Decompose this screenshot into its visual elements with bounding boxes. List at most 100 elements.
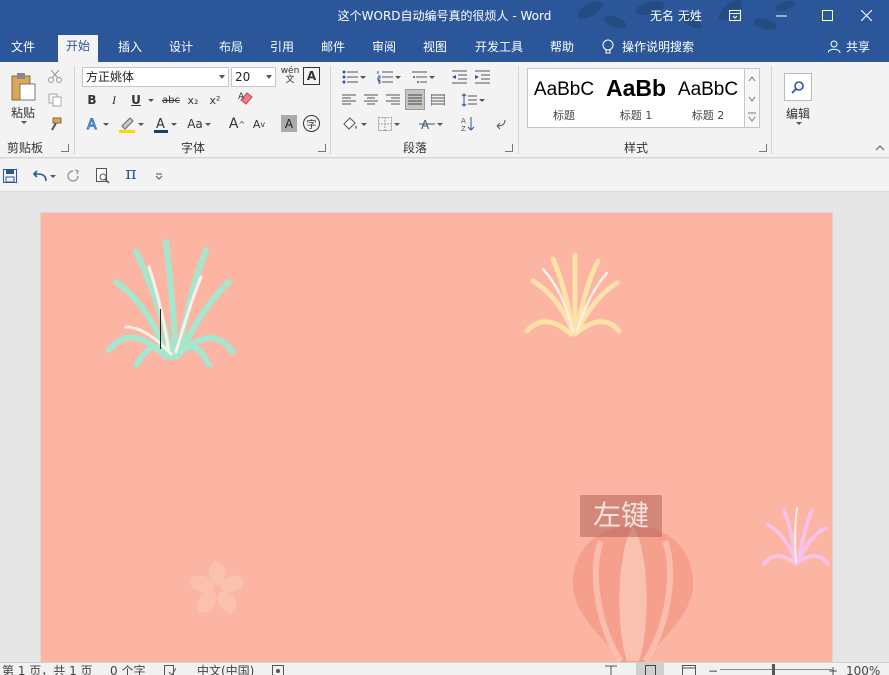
styles-scrollbar[interactable] (744, 68, 760, 128)
align-center-button[interactable] (361, 90, 381, 110)
highlight-button[interactable] (116, 114, 146, 134)
print-preview-button[interactable] (94, 166, 112, 186)
bold-button[interactable]: B (84, 90, 100, 110)
tab-references[interactable]: 引用 (262, 36, 302, 62)
firework-pink-icon (762, 507, 830, 566)
tab-review[interactable]: 审阅 (364, 36, 404, 62)
title-bar: 这个WORD自动编号真的很烦人 - Word 无名 无姓 (0, 0, 889, 30)
font-size-combo[interactable]: 20 (231, 67, 276, 87)
language-indicator[interactable]: 中文(中国) (197, 665, 254, 675)
shading-button[interactable] (339, 114, 369, 134)
firework-yellow-icon (524, 252, 622, 337)
grow-font-button[interactable]: A ^ (229, 114, 245, 134)
distributed-button[interactable] (428, 90, 448, 110)
phonetic-guide-button[interactable]: wén 文 (280, 66, 300, 86)
clear-formatting-button[interactable]: A (236, 88, 256, 108)
paragraph-group-label: 段落 (403, 141, 428, 155)
sort-button[interactable]: AZ (458, 114, 478, 134)
zoom-slider[interactable] (720, 669, 832, 670)
change-case-button[interactable]: Aa (184, 114, 214, 134)
paragraph-launcher[interactable] (505, 144, 513, 152)
align-left-button[interactable] (339, 90, 359, 110)
numbering-button[interactable] (374, 67, 404, 87)
tab-developer[interactable]: 开发工具 (467, 36, 531, 62)
customize-qat-button[interactable] (152, 166, 166, 186)
editing-label: 编辑 (785, 107, 810, 121)
share-label: 共享 (846, 40, 871, 54)
copy-button[interactable] (46, 90, 64, 110)
zoom-slider-thumb[interactable] (772, 664, 775, 675)
zoom-in-button[interactable]: + (828, 665, 838, 675)
tab-insert[interactable]: 插入 (110, 36, 150, 62)
bullets-button[interactable] (339, 67, 369, 87)
zoom-level[interactable]: 100% (846, 665, 880, 675)
page-count[interactable]: 第 1 页，共 1 页 (2, 665, 93, 675)
font-launcher[interactable] (318, 144, 326, 152)
paste-button[interactable]: 粘贴 (6, 68, 40, 128)
character-shading-button[interactable]: A (281, 115, 297, 132)
strikethrough-button[interactable]: abc (160, 90, 182, 110)
tab-help[interactable]: 帮助 (542, 36, 582, 62)
subscript-button[interactable]: x₂ (184, 90, 202, 110)
enclose-characters-button[interactable]: 字 (303, 115, 320, 132)
undo-button[interactable] (30, 166, 58, 186)
document-page[interactable]: 左键 (40, 212, 833, 672)
character-border-button[interactable]: A (303, 67, 320, 85)
undo-icon (32, 170, 47, 182)
font-name-combo[interactable]: 方正姚体 (82, 67, 229, 87)
collapse-ribbon-button[interactable] (874, 142, 886, 154)
print-preview-icon (96, 168, 110, 184)
equation-button[interactable]: π (122, 164, 140, 184)
share-button[interactable]: 共享 (828, 38, 870, 55)
lightbulb-icon (602, 39, 614, 53)
macro-icon[interactable] (272, 665, 284, 675)
editing-button[interactable]: 编辑 (780, 66, 816, 132)
word-count[interactable]: 0 个字 (110, 665, 145, 675)
user-name[interactable]: 无名 无姓 (650, 7, 702, 24)
shrink-font-button[interactable]: Av (251, 114, 267, 134)
tab-layout[interactable]: 布局 (211, 36, 251, 62)
tab-design[interactable]: 设计 (161, 36, 201, 62)
style-heading2[interactable]: AaBbC 标题 2 (672, 69, 744, 127)
read-mode-button[interactable] (604, 665, 618, 675)
style-title[interactable]: AaBbC 标题 (528, 69, 600, 127)
tell-me-search[interactable]: 操作说明搜索 (602, 38, 694, 55)
line-spacing-button[interactable] (458, 90, 488, 110)
italic-button[interactable]: I (106, 90, 122, 110)
justify-button[interactable] (405, 89, 425, 110)
cut-button[interactable] (46, 66, 64, 86)
print-layout-button[interactable] (636, 663, 664, 675)
underline-dropdown[interactable] (145, 90, 155, 110)
style-heading1[interactable]: AaBb 标题 1 (600, 69, 672, 127)
format-painter-button[interactable] (46, 114, 64, 134)
maximize-icon (821, 9, 833, 21)
multilevel-list-button[interactable] (408, 67, 438, 87)
clipboard-launcher[interactable] (61, 144, 69, 152)
tab-home[interactable]: 开始 (58, 35, 99, 62)
eraser-icon: A (238, 92, 253, 105)
borders-button[interactable] (374, 114, 404, 134)
underline-button[interactable]: U (128, 90, 144, 110)
text-effects-button[interactable]: A (84, 114, 110, 134)
increase-indent-button[interactable] (472, 67, 492, 87)
ribbon-display-options-button[interactable] (712, 0, 758, 30)
minimize-button[interactable] (758, 0, 804, 30)
align-right-button[interactable] (383, 90, 403, 110)
group-divider (771, 66, 772, 154)
web-layout-button[interactable] (682, 665, 696, 675)
save-button[interactable] (2, 166, 18, 186)
decrease-indent-button[interactable] (449, 67, 469, 87)
show-marks-button[interactable] (490, 114, 510, 134)
tab-view[interactable]: 视图 (415, 36, 455, 62)
tab-file[interactable]: 文件 (3, 36, 43, 62)
zoom-out-button[interactable]: − (708, 665, 718, 675)
proofing-icon[interactable] (164, 665, 177, 675)
close-button[interactable] (843, 0, 889, 30)
tab-mailings[interactable]: 邮件 (313, 36, 353, 62)
chevron-up-icon (875, 145, 885, 151)
redo-button[interactable] (64, 166, 82, 186)
chinese-layout-button[interactable]: A (416, 114, 446, 134)
font-color-button[interactable]: A (151, 114, 179, 134)
superscript-button[interactable]: x² (206, 90, 224, 110)
styles-launcher[interactable] (759, 144, 767, 152)
